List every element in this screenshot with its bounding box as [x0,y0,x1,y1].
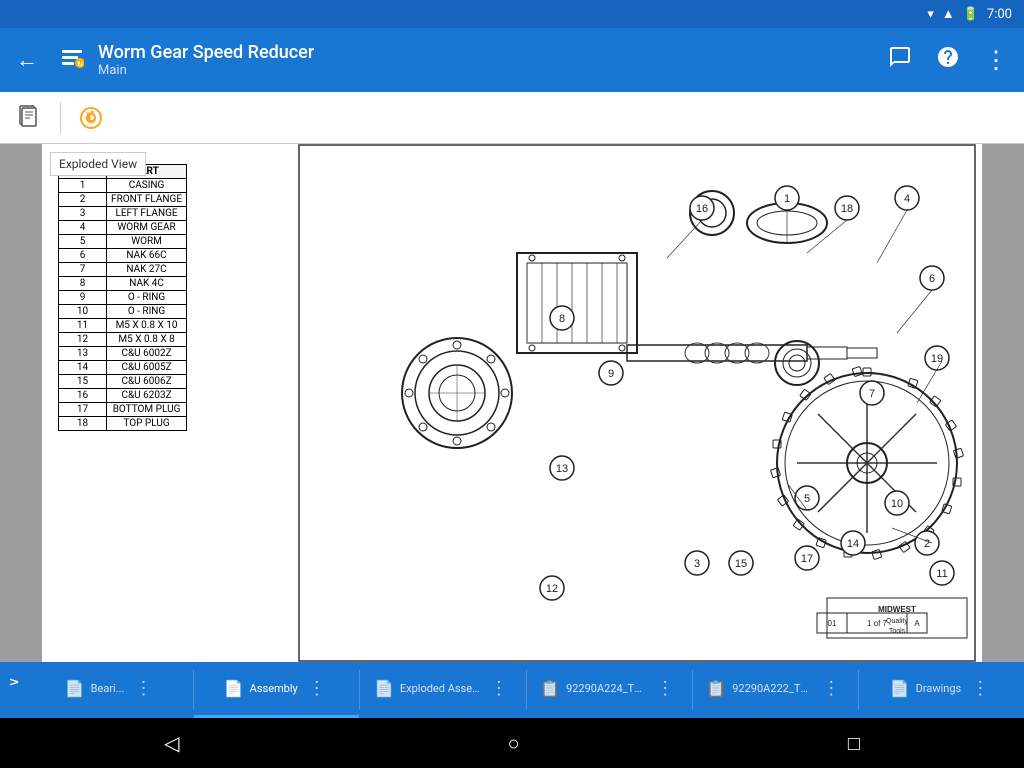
tab-beari[interactable]: 📄 Beari... ⋮ [28,662,193,718]
app-title: Worm Gear Speed Reducer [98,42,872,63]
tab-92290a224-icon: 📋 [540,679,560,698]
svg-text:5: 5 [804,493,810,505]
svg-text:A: A [914,619,920,628]
battery-icon: 🔋 [963,7,979,22]
tab-92290a222-more[interactable]: ⋮ [818,674,844,703]
parts-table-row: 7NAK 27C [59,263,187,277]
more-button[interactable]: ⋮ [976,38,1016,82]
document-icon-button[interactable] [8,96,52,140]
svg-text:9: 9 [608,368,614,380]
parts-table-row: 17BOTTOM PLUG [59,403,187,417]
parts-table-row: 6NAK 66C [59,249,187,263]
parts-table-row: 18TOP PLUG [59,417,187,431]
wifi-icon: ▾ [927,7,934,22]
svg-text:11: 11 [936,568,947,580]
svg-text:19: 19 [931,353,943,365]
svg-text:14: 14 [847,538,859,550]
menu-icon[interactable]: ↻ [54,42,90,79]
parts-table: BALOON PART 1CASING2FRONT FLANGE3LEFT FL… [58,164,187,431]
tab-exploded-label: Exploded Asse... [400,682,480,695]
exploded-view-badge: Exploded View [50,152,146,176]
signal-icon: ▲ [942,6,955,22]
app-bar: ← ↻ Worm Gear Speed Reducer Main ⋮ [0,28,1024,92]
scroll-edge[interactable]: ∧ [0,662,28,702]
parts-table-row: 9O - RING [59,291,187,305]
svg-text:↻: ↻ [77,60,83,68]
svg-text:2: 2 [924,538,930,550]
svg-text:16: 16 [696,203,708,215]
tab-beari-label: Beari... [91,682,125,695]
parts-table-row: 4WORM GEAR [59,221,187,235]
tab-beari-more[interactable]: ⋮ [130,674,156,703]
svg-text:4: 4 [904,193,910,205]
tab-drawings-more[interactable]: ⋮ [967,674,993,703]
svg-text:Tools: Tools [889,628,906,635]
back-nav-button[interactable]: ◁ [156,723,187,763]
tab-92290a222-label: 92290A222_TY... [732,682,812,695]
tab-drawings-label: Drawings [916,682,962,695]
svg-text:12: 12 [546,583,558,595]
toolbar: ↻ [0,92,1024,144]
tab-92290a224-label: 92290A224_TY... [566,682,646,695]
parts-table-row: 13C&U 6002Z [59,347,187,361]
home-nav-button[interactable]: ○ [500,723,528,764]
tab-assembly[interactable]: 📄 Assembly ⋮ [194,662,359,718]
svg-text:8: 8 [559,313,565,325]
tab-exploded[interactable]: 📄 Exploded Asse... ⋮ [360,662,525,718]
svg-text:1 of 7: 1 of 7 [867,619,888,628]
parts-table-row: 15C&U 6006Z [59,375,187,389]
svg-text:7: 7 [869,388,875,400]
time-display: 7:00 [987,7,1012,22]
main-content: Exploded View BALOON PART 1CASING2FRONT … [0,144,1024,662]
tab-exploded-more[interactable]: ⋮ [486,674,512,703]
svg-text:10: 10 [891,498,903,510]
parts-table-row: 3LEFT FLANGE [59,207,187,221]
app-subtitle: Main [98,63,872,78]
tab-assembly-more[interactable]: ⋮ [304,674,330,703]
tab-assembly-icon: 📄 [224,679,244,698]
tab-bar: ∧ 📄 Beari... ⋮ 📄 Assembly ⋮ 📄 Exploded A… [0,662,1024,718]
svg-text:01: 01 [828,619,837,628]
svg-text:6: 6 [929,273,935,285]
parts-table-row: 2FRONT FLANGE [59,193,187,207]
tab-beari-icon: 📄 [65,679,85,698]
svg-text:Quality: Quality [886,618,908,625]
svg-text:↻: ↻ [85,110,97,126]
parts-table-row: 16C&U 6203Z [59,389,187,403]
tab-92290a222[interactable]: 📋 92290A222_TY... ⋮ [693,662,858,718]
status-bar: ▾ ▲ 🔋 7:00 [0,0,1024,28]
parts-table-row: 5WORM [59,235,187,249]
svg-text:18: 18 [841,203,853,215]
parts-table-row: 12M5 X 0.8 X 8 [59,333,187,347]
tab-drawings[interactable]: 📄 Drawings ⋮ [859,662,1024,718]
nav-bar: ◁ ○ □ [0,718,1024,768]
tab-assembly-label: Assembly [250,682,298,695]
tab-92290a224-more[interactable]: ⋮ [652,674,678,703]
parts-table-row: 8NAK 4C [59,277,187,291]
refresh-button[interactable]: ↻ [69,96,113,140]
svg-text:15: 15 [735,558,747,570]
comment-button[interactable] [880,37,920,83]
svg-text:3: 3 [694,558,700,570]
app-titles: Worm Gear Speed Reducer Main [98,42,872,78]
tab-drawings-icon: 📄 [890,679,910,698]
document-viewer[interactable]: Exploded View BALOON PART 1CASING2FRONT … [42,144,982,662]
parts-table-row: 11M5 X 0.8 X 10 [59,319,187,333]
parts-table-row: 14C&U 6005Z [59,361,187,375]
tab-exploded-icon: 📄 [374,679,394,698]
help-button[interactable] [928,37,968,83]
svg-text:1: 1 [784,193,790,205]
recent-nav-button[interactable]: □ [840,723,868,764]
parts-table-row: 10O - RING [59,305,187,319]
exploded-diagram: 1 2 3 4 [297,144,977,662]
svg-text:17: 17 [801,553,813,565]
back-button[interactable]: ← [8,39,46,81]
toolbar-divider [60,102,61,134]
parts-table-row: 1CASING [59,179,187,193]
tab-92290a224[interactable]: 📋 92290A224_TY... ⋮ [527,662,692,718]
tab-92290a222-icon: 📋 [706,679,726,698]
svg-text:13: 13 [556,463,568,475]
